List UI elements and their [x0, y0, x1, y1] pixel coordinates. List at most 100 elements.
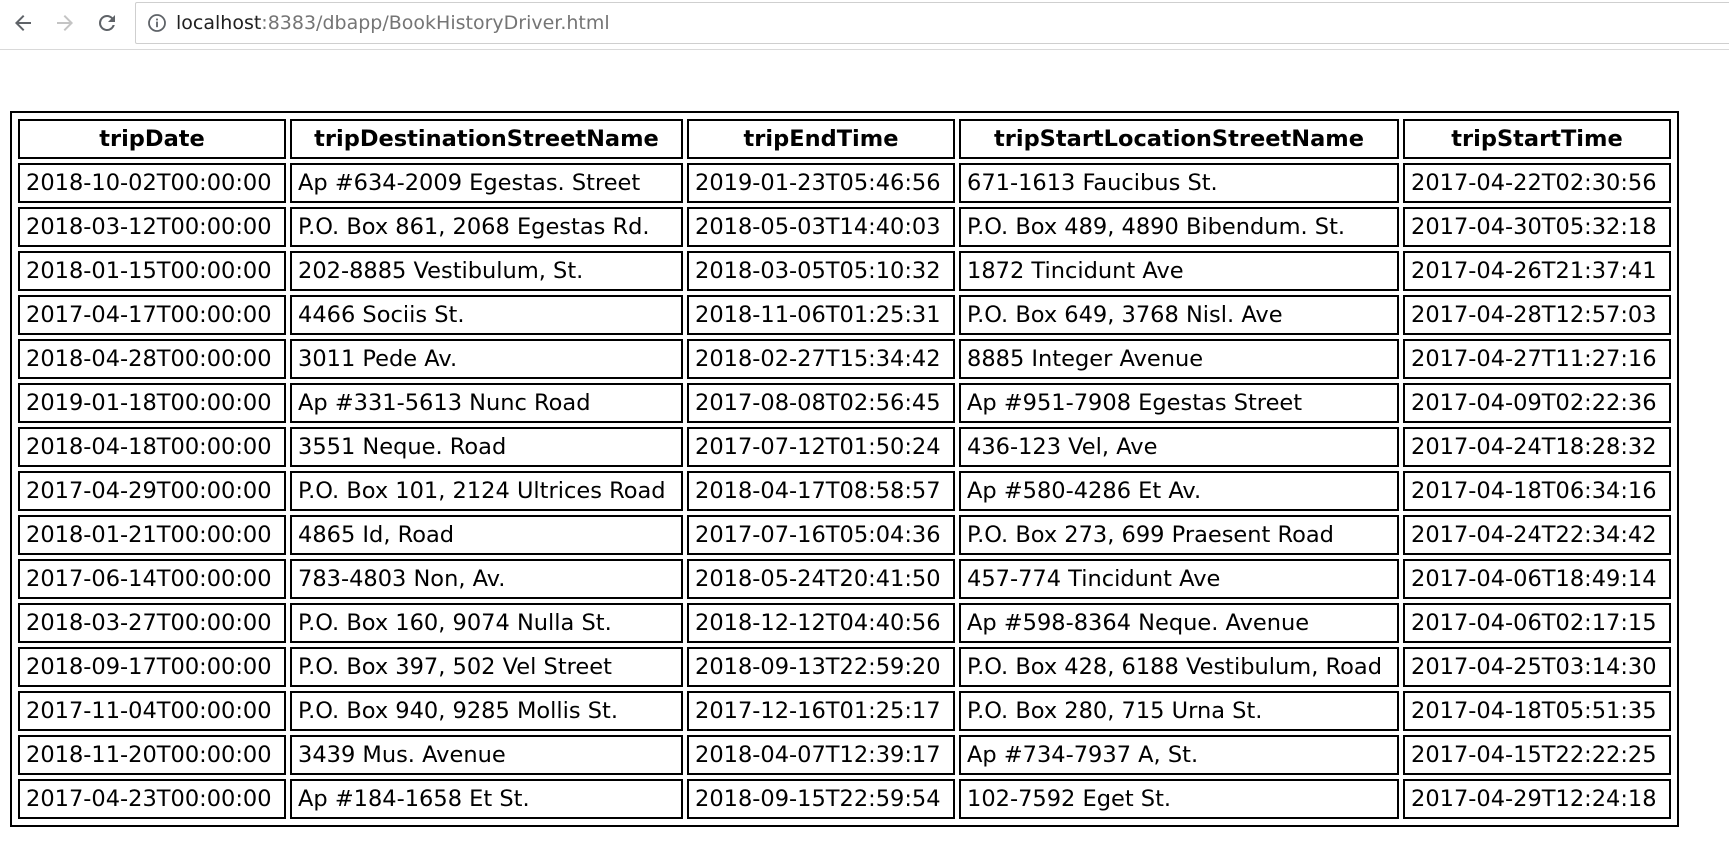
table-cell: 2018-02-27T15:34:42 [687, 339, 955, 379]
table-cell: 671-1613 Faucibus St. [959, 163, 1399, 203]
table-cell: 2018-04-17T08:58:57 [687, 471, 955, 511]
table-cell: 2017-04-26T21:37:41 [1403, 251, 1671, 291]
table-cell: Ap #734-7937 A, St. [959, 735, 1399, 775]
table-cell: 3439 Mus. Avenue [290, 735, 683, 775]
table-cell: 2018-05-03T14:40:03 [687, 207, 955, 247]
table-cell: 2018-12-12T04:40:56 [687, 603, 955, 643]
table-cell: 2018-09-13T22:59:20 [687, 647, 955, 687]
column-header: tripDate [18, 119, 286, 159]
table-cell: 2018-11-06T01:25:31 [687, 295, 955, 335]
column-header: tripStartLocationStreetName [959, 119, 1399, 159]
table-cell: 202-8885 Vestibulum, St. [290, 251, 683, 291]
table-cell: 2017-06-14T00:00:00 [18, 559, 286, 599]
table-cell: Ap #598-8364 Neque. Avenue [959, 603, 1399, 643]
table-row: 2018-03-12T00:00:00 P.O. Box 861, 2068 Eg… [18, 207, 1671, 247]
table-cell: P.O. Box 397, 502 Vel Street [290, 647, 683, 687]
table-cell: 783-4803 Non, Av. [290, 559, 683, 599]
table-cell: 2018-03-27T00:00:00 [18, 603, 286, 643]
table-cell: 2017-04-24T18:28:32 [1403, 427, 1671, 467]
column-header: tripDestinationStreetName [290, 119, 683, 159]
table-cell: 2017-04-22T02:30:56 [1403, 163, 1671, 203]
table-cell: 2018-01-15T00:00:00 [18, 251, 286, 291]
table-cell: 2017-04-18T06:34:16 [1403, 471, 1671, 511]
table-cell: 2018-04-28T00:00:00 [18, 339, 286, 379]
table-cell: 102-7592 Eget St. [959, 779, 1399, 819]
table-cell: 2018-05-24T20:41:50 [687, 559, 955, 599]
table-cell: 2017-04-09T02:22:36 [1403, 383, 1671, 423]
table-cell: P.O. Box 280, 715 Urna St. [959, 691, 1399, 731]
table-row: 2017-11-04T00:00:00 P.O. Box 940, 9285 Mo… [18, 691, 1671, 731]
url-host: localhost [176, 12, 262, 34]
table-cell: 2017-08-08T02:56:45 [687, 383, 955, 423]
table-cell: 2018-11-20T00:00:00 [18, 735, 286, 775]
table-header-row: tripDate tripDestinationStreetName tripE… [18, 119, 1671, 159]
table-cell: P.O. Box 273, 699 Praesent Road [959, 515, 1399, 555]
table-cell: 4466 Sociis St. [290, 295, 683, 335]
table-cell: 457-774 Tincidunt Ave [959, 559, 1399, 599]
table-cell: 2017-04-06T02:17:15 [1403, 603, 1671, 643]
table-cell: 2018-04-18T00:00:00 [18, 427, 286, 467]
table-cell: 2017-04-25T03:14:30 [1403, 647, 1671, 687]
table-cell: 2017-04-06T18:49:14 [1403, 559, 1671, 599]
forward-button[interactable] [48, 6, 82, 40]
back-button[interactable] [6, 6, 40, 40]
table-cell: 436-123 Vel, Ave [959, 427, 1399, 467]
table-cell: P.O. Box 861, 2068 Egestas Rd. [290, 207, 683, 247]
table-cell: 2018-10-02T00:00:00 [18, 163, 286, 203]
table-row: 2017-06-14T00:00:00 783-4803 Non, Av. 2018… [18, 559, 1671, 599]
table-cell: 2017-12-16T01:25:17 [687, 691, 955, 731]
table-cell: 2018-09-15T22:59:54 [687, 779, 955, 819]
table-cell: Ap #331-5613 Nunc Road [290, 383, 683, 423]
table-cell: 8885 Integer Avenue [959, 339, 1399, 379]
table-row: 2018-09-17T00:00:00 P.O. Box 397, 502 Vel… [18, 647, 1671, 687]
table-row: 2017-04-29T00:00:00 P.O. Box 101, 2124 Ul… [18, 471, 1671, 511]
table-row: 2018-01-15T00:00:00 202-8885 Vestibulum, … [18, 251, 1671, 291]
column-header: tripStartTime [1403, 119, 1671, 159]
arrow-left-icon [15, 15, 31, 31]
table-cell: 2017-04-18T05:51:35 [1403, 691, 1671, 731]
url-path: :8383/dbapp/BookHistoryDriver.html [261, 12, 610, 34]
address-bar[interactable]: localhost:8383/dbapp/BookHistoryDriver.h… [135, 2, 1729, 44]
table-cell: 2017-04-29T00:00:00 [18, 471, 286, 511]
table-cell: 2018-03-05T05:10:32 [687, 251, 955, 291]
reload-icon [99, 15, 115, 31]
table-cell: 2017-04-28T12:57:03 [1403, 295, 1671, 335]
table-cell: 2017-04-30T05:32:18 [1403, 207, 1671, 247]
info-icon[interactable] [146, 12, 168, 34]
table-cell: Ap #580-4286 Et Av. [959, 471, 1399, 511]
table-cell: 2017-11-04T00:00:00 [18, 691, 286, 731]
table-cell: 2017-04-15T22:22:25 [1403, 735, 1671, 775]
table-row: 2017-04-23T00:00:00 Ap #184-1658 Et St. 20… [18, 779, 1671, 819]
table-cell: 2019-01-18T00:00:00 [18, 383, 286, 423]
table-cell: 2018-09-17T00:00:00 [18, 647, 286, 687]
page-content: tripDate tripDestinationStreetName tripE… [10, 111, 1679, 827]
table-row: 2017-04-17T00:00:00 4466 Sociis St. 2018-1… [18, 295, 1671, 335]
table-cell: 3011 Pede Av. [290, 339, 683, 379]
table-cell: 2017-04-29T12:24:18 [1403, 779, 1671, 819]
table-cell: 2017-04-23T00:00:00 [18, 779, 286, 819]
table-cell: Ap #184-1658 Et St. [290, 779, 683, 819]
table-cell: 2019-01-23T05:46:56 [687, 163, 955, 203]
table-cell: 2017-04-24T22:34:42 [1403, 515, 1671, 555]
table-row: 2018-01-21T00:00:00 4865 Id, Road 2017-07-… [18, 515, 1671, 555]
table-cell: Ap #951-7908 Egestas Street [959, 383, 1399, 423]
table-cell: 2017-04-27T11:27:16 [1403, 339, 1671, 379]
table-cell: 2017-07-16T05:04:36 [687, 515, 955, 555]
table-cell: P.O. Box 649, 3768 Nisl. Ave [959, 295, 1399, 335]
table-cell: 4865 Id, Road [290, 515, 683, 555]
table-cell: 2017-07-12T01:50:24 [687, 427, 955, 467]
table-row: 2018-10-02T00:00:00 Ap #634-2009 Egestas.… [18, 163, 1671, 203]
table-cell: Ap #634-2009 Egestas. Street [290, 163, 683, 203]
table-cell: P.O. Box 489, 4890 Bibendum. St. [959, 207, 1399, 247]
table-row: 2018-03-27T00:00:00 P.O. Box 160, 9074 Nu… [18, 603, 1671, 643]
table-cell: 2018-01-21T00:00:00 [18, 515, 286, 555]
table-cell: P.O. Box 940, 9285 Mollis St. [290, 691, 683, 731]
table-row: 2019-01-18T00:00:00 Ap #331-5613 Nunc Roa… [18, 383, 1671, 423]
reload-button[interactable] [90, 6, 124, 40]
table-cell: 1872 Tincidunt Ave [959, 251, 1399, 291]
table-cell: 2018-03-12T00:00:00 [18, 207, 286, 247]
url-text[interactable]: localhost:8383/dbapp/BookHistoryDriver.h… [176, 12, 610, 34]
table-cell: P.O. Box 428, 6188 Vestibulum, Road [959, 647, 1399, 687]
table-cell: P.O. Box 160, 9074 Nulla St. [290, 603, 683, 643]
arrow-right-icon [57, 15, 73, 31]
